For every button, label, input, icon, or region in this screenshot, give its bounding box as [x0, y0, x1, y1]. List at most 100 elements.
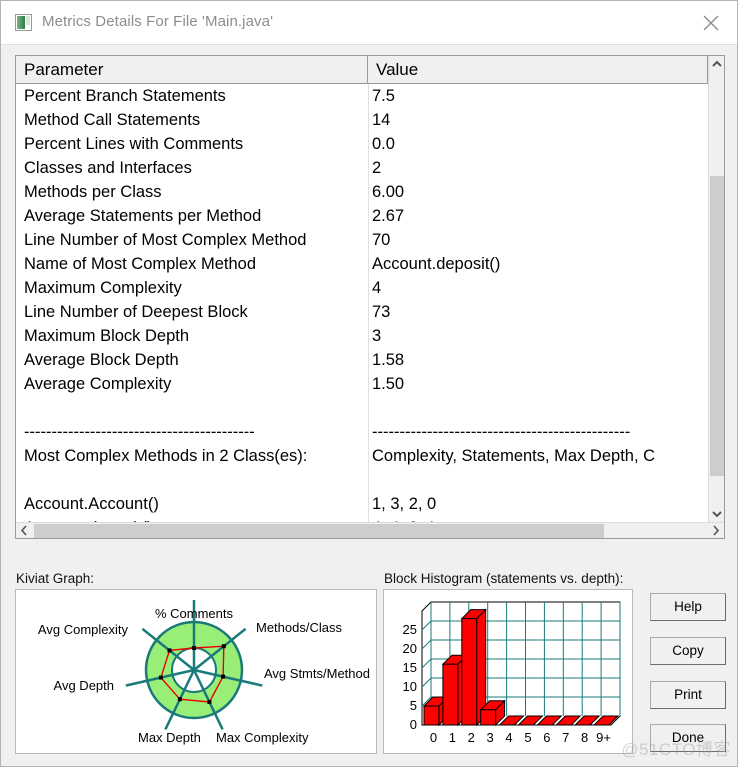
cell-parameter: Average Complexity [24, 375, 172, 393]
chevron-up-icon[interactable] [709, 56, 724, 73]
cell-value: 1.50 [372, 375, 405, 393]
histogram-y-tick: 0 [410, 717, 417, 732]
histogram-x-tick: 8 [581, 730, 588, 745]
cell-parameter [24, 468, 368, 492]
kiviat-axis-label: % Comments [155, 606, 234, 621]
cell-parameter: Maximum Complexity [24, 279, 182, 297]
cell-parameter: Account.Account() [24, 495, 159, 513]
cell-parameter: Maximum Block Depth [24, 327, 190, 345]
kiviat-data-point [158, 675, 163, 680]
cell-value [372, 396, 708, 420]
table-row[interactable]: Line Number of Most Complex Method 70 [16, 228, 708, 252]
table-header-row: Parameter Value [16, 56, 724, 84]
copy-button[interactable]: Copy [650, 637, 726, 665]
window-titlebar: Metrics Details For File 'Main.java' [1, 1, 737, 45]
kiviat-axis-label: Avg Depth [54, 678, 114, 693]
cell-parameter: Percent Branch Statements [24, 87, 226, 105]
metrics-details-window: Metrics Details For File 'Main.java' Par… [0, 0, 738, 767]
cell-value: 73 [372, 303, 391, 321]
table-row[interactable]: Name of Most Complex Method Account.depos… [16, 252, 708, 276]
cell-value: 1, 3, 2, 0 [372, 495, 437, 513]
table-row[interactable] [16, 396, 708, 420]
chevron-left-icon[interactable] [16, 523, 33, 538]
histogram-x-tick: 9+ [596, 730, 611, 745]
vertical-scrollbar[interactable] [708, 56, 724, 522]
cell-value: 70 [372, 231, 391, 249]
chevron-right-icon[interactable] [707, 523, 724, 538]
histogram-y-tick: 15 [403, 660, 417, 675]
cell-parameter: Classes and Interfaces [24, 159, 192, 177]
table-row[interactable] [16, 468, 708, 492]
table-row[interactable]: Average Block Depth 1.58 [16, 348, 708, 372]
table-row[interactable]: ----------------------------------------… [16, 420, 708, 444]
histogram-x-tick: 6 [543, 730, 550, 745]
table-row[interactable]: Account.Account() 1, 3, 2, 0 [16, 492, 708, 516]
cell-parameter: Method Call Statements [24, 111, 201, 129]
kiviat-axis-label: Avg Stmts/Method [264, 666, 370, 681]
block-histogram-label: Block Histogram (statements vs. depth): [384, 571, 624, 586]
vertical-scrollbar-thumb[interactable] [710, 176, 724, 476]
histogram-y-tick: 5 [410, 698, 417, 713]
table-row[interactable]: Most Complex Methods in 2 Class(es): Comp… [16, 444, 708, 468]
cell-parameter: Line Number of Most Complex Method [24, 231, 307, 249]
column-header-value[interactable]: Value [368, 56, 708, 83]
table-row[interactable]: Maximum Complexity 4 [16, 276, 708, 300]
block-histogram-panel: 0 5 10 15 20 25 0 1 2 3 4 5 6 7 8 9+ [383, 589, 633, 754]
kiviat-graph-panel: % Comments Methods/Class Avg Stmts/Method M… [15, 589, 377, 754]
histogram-x-tick: 5 [524, 730, 531, 745]
cell-parameter [24, 396, 368, 420]
metrics-table: Parameter Value Percent Branch Statement… [15, 55, 725, 539]
cell-parameter: ----------------------------------------… [24, 423, 255, 441]
close-icon[interactable] [691, 5, 731, 41]
cell-parameter: Average Statements per Method [24, 207, 262, 225]
table-row[interactable]: Percent Branch Statements 7.5 [16, 84, 708, 108]
table-row[interactable]: Average Complexity 1.50 [16, 372, 708, 396]
help-button[interactable]: Help [650, 593, 726, 621]
horizontal-scrollbar-thumb[interactable] [34, 524, 604, 538]
cell-value: 2.67 [372, 207, 405, 225]
table-row[interactable]: Average Statements per Method 2.67 [16, 204, 708, 228]
kiviat-axis-label: Avg Complexity [38, 622, 129, 637]
cell-value: 2 [372, 159, 382, 177]
kiviat-axis-label: Max Complexity [216, 730, 309, 745]
kiviat-axis-label: Methods/Class [256, 620, 342, 635]
histogram-x-tick: 4 [505, 730, 512, 745]
kiviat-data-point [221, 674, 226, 679]
kiviat-chart: % Comments Methods/Class Avg Stmts/Method M… [38, 600, 370, 745]
cell-value: Complexity, Statements, Max Depth, C [372, 447, 656, 465]
histogram-x-tick: 3 [487, 730, 494, 745]
histogram-y-tick: 10 [403, 679, 417, 694]
kiviat-data-point [177, 697, 182, 702]
histogram-chart: 05101520250 1 2 3 4 5 6 7 8 9+ [403, 601, 621, 745]
histogram-x-tick: 0 [430, 730, 437, 745]
print-button[interactable]: Print [650, 681, 726, 709]
cell-value: 3 [372, 327, 382, 345]
histogram-y-tick: 25 [403, 622, 417, 637]
cell-value: Account.deposit() [372, 255, 501, 273]
histogram-x-tick: 2 [468, 730, 475, 745]
cell-value: 6.00 [372, 183, 405, 201]
table-row[interactable]: Line Number of Deepest Block 73 [16, 300, 708, 324]
kiviat-graph-label: Kiviat Graph: [16, 571, 95, 586]
cell-parameter: Name of Most Complex Method [24, 255, 257, 273]
cell-value: 1.58 [372, 351, 405, 369]
horizontal-scrollbar[interactable] [16, 522, 724, 538]
table-row[interactable]: Methods per Class 6.00 [16, 180, 708, 204]
table-row[interactable]: Method Call Statements 14 [16, 108, 708, 132]
kiviat-data-point [207, 700, 212, 704]
histogram-y-tick: 20 [403, 641, 417, 656]
histogram-x-tick: 1 [449, 730, 456, 745]
table-row[interactable]: Classes and Interfaces 2 [16, 156, 708, 180]
cell-value: 14 [372, 111, 391, 129]
table-row[interactable]: Percent Lines with Comments 0.0 [16, 132, 708, 156]
histogram-x-tick: 7 [562, 730, 569, 745]
cell-value: 7.5 [372, 87, 395, 105]
done-button[interactable]: Done [650, 724, 726, 752]
kiviat-data-point [167, 648, 172, 653]
cell-parameter: Methods per Class [24, 183, 162, 201]
column-header-parameter[interactable]: Parameter [16, 56, 368, 83]
kiviat-data-point [221, 644, 226, 649]
table-row[interactable]: Maximum Block Depth 3 [16, 324, 708, 348]
kiviat-axis-label: Max Depth [138, 730, 201, 745]
chevron-down-icon[interactable] [709, 505, 724, 522]
